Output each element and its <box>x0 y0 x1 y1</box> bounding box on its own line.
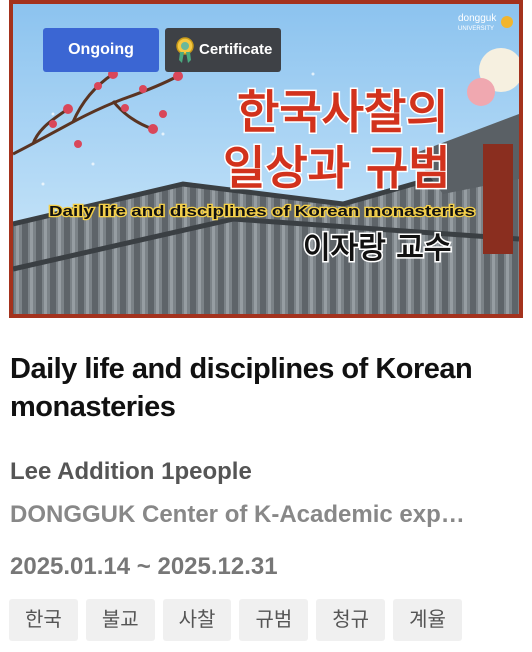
course-period: 2025.01.14 ~ 2025.12.31 <box>10 553 278 580</box>
organization: DONGGUK Center of K-Academic exp… <box>10 501 465 528</box>
svg-text:dongguk: dongguk <box>458 13 497 24</box>
thumbnail-professor: 이자랑 교수 <box>303 231 451 266</box>
thumbnail-korean-title-1: 한국사찰의 <box>237 85 449 139</box>
instructor: Lee Addition 1people <box>10 458 252 485</box>
tag[interactable]: 규범 <box>239 599 309 641</box>
thumbnail-korean-title-2: 일상과 규범 <box>223 141 451 195</box>
certificate-badge: Certificate <box>165 28 281 72</box>
tag[interactable]: 계율 <box>393 599 462 641</box>
svg-text:UNIVERSITY: UNIVERSITY <box>458 26 494 32</box>
thumbnail-english-title: Daily life and disciplines of Korean mon… <box>49 203 475 220</box>
tag[interactable]: 한국 <box>9 599 78 641</box>
tag-list: 한국 불교 사찰 규범 청규 계율 <box>9 599 462 641</box>
certificate-label: Certificate <box>199 41 273 58</box>
tag[interactable]: 청규 <box>316 599 386 641</box>
tag[interactable]: 사찰 <box>162 599 232 641</box>
course-title[interactable]: Daily life and disciplines of Korean mon… <box>10 350 510 426</box>
tag[interactable]: 불교 <box>85 599 155 641</box>
ongoing-badge: Ongoing <box>43 28 159 72</box>
medal-icon <box>175 36 195 64</box>
